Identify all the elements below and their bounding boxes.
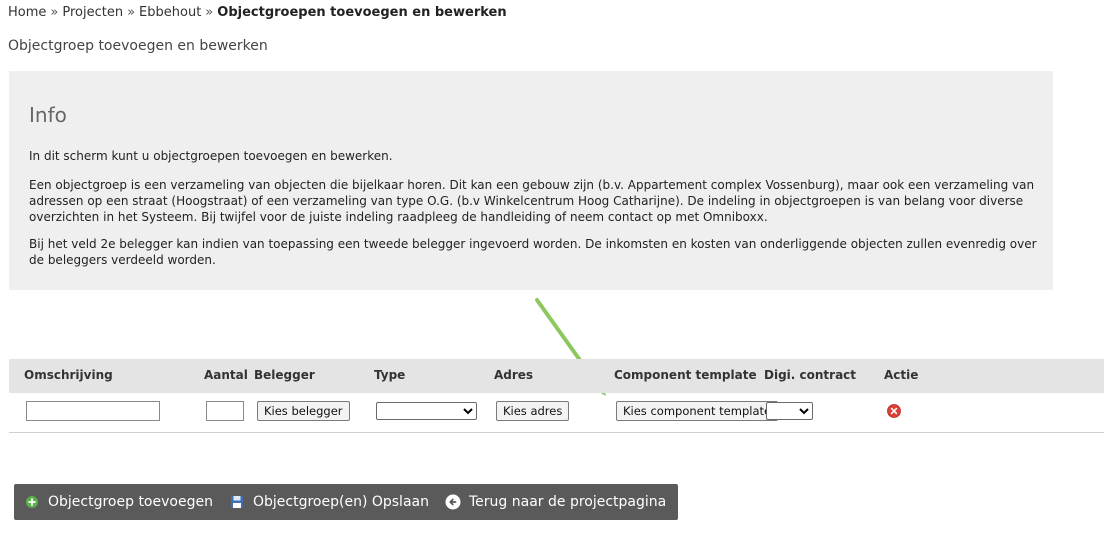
header-digi-contract: Digi. contract (764, 368, 857, 382)
header-omschrijving: Omschrijving (24, 368, 113, 382)
back-to-project-button[interactable]: Terug naar de projectpagina (435, 484, 679, 520)
add-objectgroep-label: Objectgroep toevoegen (48, 494, 213, 510)
kies-component-template-button[interactable]: Kies component template (616, 401, 779, 421)
header-component-template: Component template (614, 368, 757, 382)
delete-icon[interactable] (887, 404, 901, 418)
table-row: Kies belegger Kies adres Kies component … (9, 393, 1104, 433)
save-icon (229, 494, 245, 510)
breadcrumb-separator: » (205, 5, 214, 20)
breadcrumb-projecten[interactable]: Projecten (62, 5, 123, 20)
info-panel: Info In dit scherm kunt u objectgroepen … (9, 71, 1053, 290)
info-title: Info (29, 103, 67, 127)
info-paragraph: In dit scherm kunt u objectgroepen toevo… (29, 149, 393, 163)
breadcrumb-home[interactable]: Home (8, 5, 46, 20)
save-objectgroepen-label: Objectgroep(en) Opslaan (253, 494, 429, 510)
kies-belegger-button[interactable]: Kies belegger (257, 401, 350, 421)
info-paragraph: Bij het veld 2e belegger kan indien van … (29, 237, 1037, 267)
breadcrumb-separator: » (127, 5, 136, 20)
page-title: Objectgroep toevoegen en bewerken (8, 38, 268, 54)
plus-icon (24, 494, 40, 510)
aantal-input[interactable] (206, 401, 244, 421)
kies-adres-button[interactable]: Kies adres (496, 401, 570, 421)
table-header: Omschrijving Aantal Belegger Type Adres … (9, 359, 1104, 393)
info-paragraph: Een objectgroep is een verzameling van o… (29, 178, 1035, 224)
header-actie: Actie (884, 368, 919, 382)
omschrijving-input[interactable] (26, 401, 160, 421)
breadcrumb-current: Objectgroepen toevoegen en bewerken (217, 5, 507, 20)
page: Home» Projecten» Ebbehout» Objectgroepen to… (0, 0, 1117, 537)
breadcrumb-separator: » (50, 5, 59, 20)
breadcrumb: Home» Projecten» Ebbehout» Objectgroepen to… (8, 5, 507, 20)
header-belegger: Belegger (254, 368, 315, 382)
header-type: Type (374, 368, 406, 382)
breadcrumb-ebbehout[interactable]: Ebbehout (139, 5, 201, 20)
header-aantal: Aantal (204, 368, 248, 382)
add-objectgroep-button[interactable]: Objectgroep toevoegen (14, 484, 225, 520)
header-adres: Adres (494, 368, 534, 382)
save-objectgroepen-button[interactable]: Objectgroep(en) Opslaan (219, 484, 441, 520)
digi-contract-select[interactable] (766, 402, 813, 420)
arrow-left-icon (445, 494, 461, 510)
back-to-project-label: Terug naar de projectpagina (469, 494, 667, 510)
type-select[interactable] (376, 402, 477, 420)
